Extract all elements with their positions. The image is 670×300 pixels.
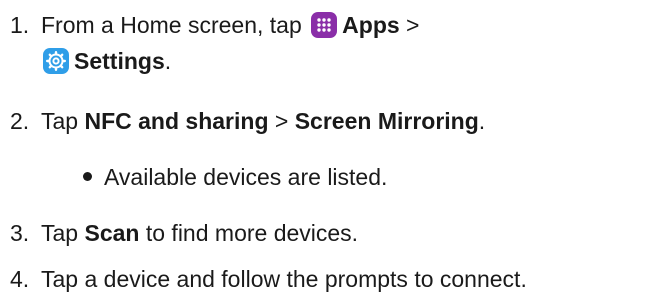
step-1: 1. From a Home screen, tap Apps > Settin…: [0, 8, 670, 80]
step-number: 2.: [10, 108, 30, 134]
separator: >: [399, 12, 420, 38]
bullet-icon: [83, 172, 92, 181]
step-number: 4.: [10, 266, 30, 292]
screen-mirroring-label: Screen Mirroring: [294, 108, 479, 134]
settings-gear-icon: [43, 48, 69, 74]
scan-label: Scan: [84, 220, 140, 246]
settings-label: Settings: [74, 48, 165, 74]
separator: >: [268, 108, 295, 134]
step-text: From a Home screen, tap: [41, 12, 309, 38]
step-suffix: .: [478, 108, 486, 134]
step-text: Tap: [41, 220, 85, 246]
step-4: 4. Tap a device and follow the prompts t…: [0, 262, 670, 296]
step-text: Tap: [41, 108, 85, 134]
bullet-text: Available devices are listed.: [104, 164, 388, 190]
apps-grid-icon: [311, 12, 338, 38]
step-number: 3.: [10, 220, 30, 246]
step-text: Tap a device and follow the prompts to c…: [41, 266, 527, 292]
nfc-sharing-label: NFC and sharing: [84, 108, 269, 134]
step-suffix: .: [164, 48, 172, 74]
step-3: 3. Tap Scan to find more devices.: [0, 216, 670, 250]
step-2: 2. Tap NFC and sharing > Screen Mirrorin…: [0, 104, 670, 138]
apps-label: Apps: [342, 12, 400, 38]
step-suffix: to find more devices.: [139, 220, 359, 246]
step-number: 1.: [10, 12, 30, 38]
bullet-item: Available devices are listed.: [83, 160, 643, 194]
